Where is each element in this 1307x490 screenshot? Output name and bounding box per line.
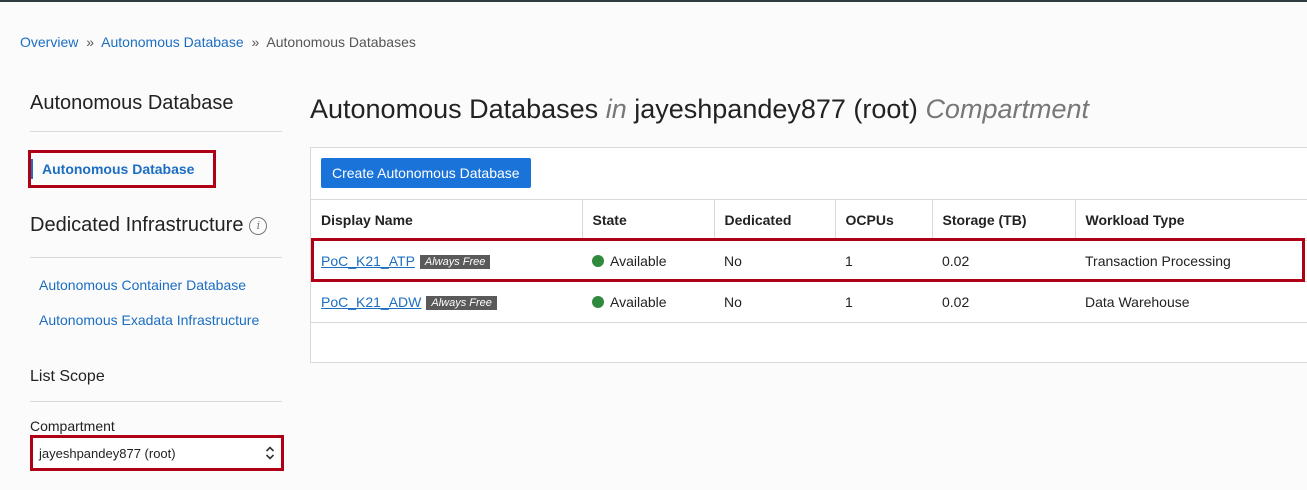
sidebar-item-container-database[interactable]: Autonomous Container Database	[39, 277, 246, 293]
cell-ocpus: 1	[835, 240, 932, 282]
page-title-compartment: jayeshpandey877 (root)	[634, 94, 918, 124]
dedicated-infrastructure-heading: Dedicated Infrastructure i	[30, 214, 282, 258]
create-autonomous-database-button[interactable]: Create Autonomous Database	[321, 158, 531, 188]
cell-workload-type: Data Warehouse	[1075, 281, 1307, 323]
cell-state: Available	[582, 281, 714, 323]
breadcrumb-current: Autonomous Databases	[266, 34, 416, 50]
sidebar-heading: Autonomous Database	[30, 92, 282, 132]
always-free-badge: Always Free	[419, 255, 491, 269]
table-row: PoC_K21_ADW Always Free Available No 1 0.…	[311, 281, 1307, 323]
column-state[interactable]: State	[581, 199, 714, 241]
column-ocpus[interactable]: OCPUs	[834, 199, 932, 241]
page-title: Autonomous Databases in jayeshpandey877 …	[310, 94, 1089, 125]
column-dedicated[interactable]: Dedicated	[713, 199, 835, 241]
table-row: PoC_K21_ATP Always Free Available No 1 0.…	[311, 240, 1307, 282]
cell-ocpus: 1	[835, 281, 932, 323]
sidebar: Autonomous Database Autonomous Database …	[28, 92, 284, 471]
breadcrumb-separator: »	[251, 34, 260, 50]
sidebar-active-highlight: Autonomous Database	[28, 150, 216, 188]
breadcrumb: Overview » Autonomous Database » Autonom…	[20, 34, 416, 50]
sidebar-item-exadata-infrastructure[interactable]: Autonomous Exadata Infrastructure	[39, 312, 259, 328]
database-link[interactable]: PoC_K21_ADW	[321, 294, 421, 310]
column-storage[interactable]: Storage (TB)	[931, 199, 1075, 241]
dedicated-infrastructure-label: Dedicated Infrastructure	[30, 214, 244, 236]
list-scope-heading: List Scope	[30, 368, 282, 402]
breadcrumb-separator: »	[86, 34, 95, 50]
cell-display-name: PoC_K21_ADW Always Free	[311, 281, 582, 323]
page-title-in: in	[605, 94, 627, 124]
breadcrumb-overview[interactable]: Overview	[20, 34, 78, 50]
page-title-suffix: Compartment	[925, 94, 1089, 124]
cell-dedicated: No	[714, 281, 835, 323]
column-display-name[interactable]: Display Name	[311, 199, 582, 241]
table-header-row: Display Name State Dedicated OCPUs Stora…	[311, 199, 1307, 241]
compartment-select[interactable]: jayeshpandey877 (root)	[30, 435, 284, 471]
cell-storage: 0.02	[932, 281, 1075, 323]
state-text: Available	[610, 253, 667, 269]
status-available-icon	[592, 296, 604, 308]
databases-panel: Create Autonomous Database Display Name …	[310, 147, 1307, 363]
cell-workload-type: Transaction Processing	[1075, 240, 1307, 282]
cell-storage: 0.02	[932, 240, 1075, 282]
cell-display-name: PoC_K21_ATP Always Free	[311, 240, 582, 282]
cell-dedicated: No	[714, 240, 835, 282]
databases-table: Display Name State Dedicated OCPUs Stora…	[311, 199, 1307, 323]
select-updown-icon	[265, 445, 275, 461]
status-available-icon	[592, 255, 604, 267]
cell-state: Available	[582, 240, 714, 282]
sidebar-item-autonomous-database[interactable]: Autonomous Database	[31, 159, 194, 179]
page-title-main: Autonomous Databases	[310, 94, 599, 124]
compartment-label: Compartment	[30, 418, 115, 434]
info-icon[interactable]: i	[249, 216, 268, 235]
column-workload-type[interactable]: Workload Type	[1074, 199, 1307, 241]
breadcrumb-autonomous-database[interactable]: Autonomous Database	[101, 34, 243, 50]
compartment-select-value: jayeshpandey877 (root)	[39, 445, 176, 461]
database-link[interactable]: PoC_K21_ATP	[321, 253, 415, 269]
always-free-badge: Always Free	[426, 296, 497, 310]
state-text: Available	[610, 294, 667, 310]
